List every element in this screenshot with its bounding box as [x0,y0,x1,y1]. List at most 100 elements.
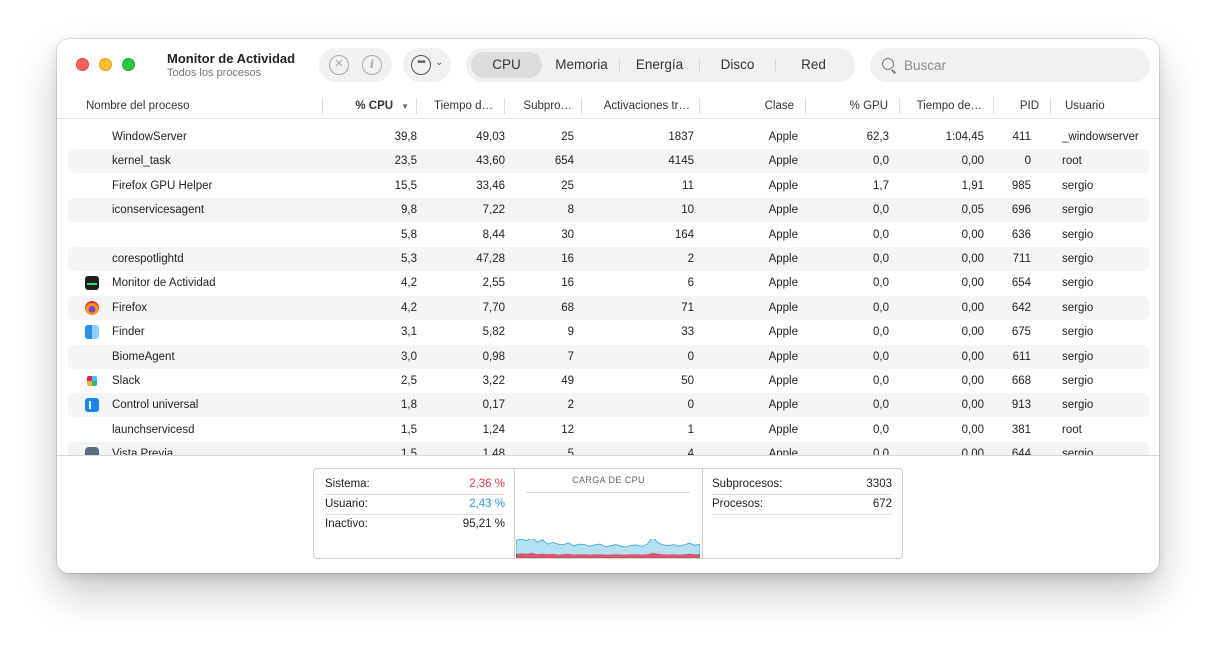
close-window-button[interactable] [76,58,89,71]
window-title: Monitor de Actividad [167,51,296,66]
table-row[interactable]: Finder 3,1 5,82 9 33 Apple 0,0 0,00 675 sergio [68,320,1149,344]
cell-gpu: 0,0 [873,228,889,241]
cell-cpu: 23,5 [394,155,417,168]
tab-disco[interactable]: Disco [701,52,774,78]
table-row[interactable]: 5,8 8,44 30 164 Apple 0,0 0,00 636 sergio [68,223,1149,247]
window-subtitle[interactable]: Todos los procesos [167,67,261,79]
cell-clase: Apple [768,326,798,339]
table-row[interactable]: corespotlightd 5,3 47,28 16 2 Apple 0,0 0,00 711… [68,247,1149,271]
stat-procesos-label: Procesos: [712,498,764,510]
search-field[interactable] [870,48,1150,82]
cell-gpu: 0,0 [873,423,889,436]
cell-clase: Apple [768,423,798,436]
cell-tiempo-gpu: 0,00 [961,155,984,168]
column-divider[interactable] [899,98,900,114]
cell-tiempo-gpu: 0,00 [961,301,984,314]
table-row[interactable]: Slack 2,5 3,22 49 50 Apple 0,0 0,00 668 sergio [68,369,1149,393]
process-table[interactable]: WindowServer 39,8 49,03 25 1837 Apple 62,3 1:04… [57,125,1159,455]
tab-red[interactable]: Red [777,52,850,78]
cell-cpu: 15,5 [394,179,417,192]
cell-usuario: sergio [1062,326,1094,339]
column-divider[interactable] [581,98,582,114]
column-divider[interactable] [993,98,994,114]
cell-subprocesos: 2 [567,399,574,412]
column-header-pid[interactable]: PID [999,95,1039,119]
cell-nombre: Monitor de Actividad [112,277,216,290]
cell-nombre: Vista Previa [112,448,174,455]
table-row[interactable]: kernel_task 23,5 43,60 654 4145 Apple 0,0 0,00 0… [68,149,1149,174]
stat-subprocesos-label: Subprocesos: [712,478,783,490]
cell-subprocesos: 49 [561,375,574,387]
cell-subprocesos: 5 [567,448,574,455]
table-row[interactable]: Control universal 1,8 0,17 2 0 Apple 0,0 0,00 91… [68,393,1149,418]
table-row[interactable]: Firefox 4,2 7,70 68 71 Apple 0,0 0,00 642 sergio [68,295,1149,320]
more-actions-button[interactable]: ••• ⌄ [403,48,451,82]
sort-descending-icon: ▼ [401,102,409,111]
zoom-window-button[interactable] [122,58,135,71]
column-header-usuario[interactable]: Usuario [1065,95,1145,119]
column-divider[interactable] [504,98,505,114]
tab-cpu[interactable]: CPU [471,52,542,78]
column-header-tiempo-cpu[interactable]: Tiempo d… [423,95,493,119]
cell-activaciones: 4 [687,448,694,455]
cell-clase: Apple [768,131,798,143]
stat-sistema-value: 2,36 % [469,478,505,490]
column-divider[interactable] [322,98,323,114]
minimize-window-button[interactable] [99,58,112,71]
table-row[interactable]: Monitor de Actividad 4,2 2,55 16 6 Apple 0,0 0,… [68,271,1149,295]
cell-tiempo-gpu: 0,00 [961,253,984,265]
cell-nombre: Firefox [112,301,148,314]
toolbar: Monitor de Actividad Todos los procesos … [57,39,1159,93]
cell-clase: Apple [768,253,798,265]
cell-activaciones: 50 [681,375,694,387]
tab-memoria[interactable]: Memoria [545,52,618,78]
cell-cpu: 9,8 [401,204,417,217]
column-header-subprocesos[interactable]: Subpro… [509,95,572,119]
cell-tiempo-gpu: 0,00 [961,350,984,363]
cell-tiempo-cpu: 2,55 [482,277,505,290]
activity-monitor-window: Monitor de Actividad Todos los procesos … [57,39,1159,573]
table-row[interactable]: Vista Previa 1,5 1,48 5 4 Apple 0,0 0,00 644 serg… [68,442,1149,455]
cell-activaciones: 1 [687,423,694,436]
column-header-cpu[interactable]: % CPU ▼ [327,95,409,119]
table-row[interactable]: iconservicesagent 9,8 7,22 8 10 Apple 0,0 0,05 6… [68,198,1149,223]
cell-pid: 636 [1011,228,1031,241]
column-header-tiempo-gpu[interactable]: Tiempo de… [905,95,982,119]
column-header-clase[interactable]: Clase [705,95,794,119]
stop-process-button[interactable]: ✕ [329,55,349,75]
search-input[interactable] [904,48,1134,82]
monitor-app-icon [85,276,99,291]
table-row[interactable]: WindowServer 39,8 49,03 25 1837 Apple 62,3 1:04… [68,125,1149,149]
column-divider[interactable] [1050,98,1051,114]
cell-subprocesos: 8 [567,204,574,217]
column-header-activaciones[interactable]: Activaciones tr… [587,95,690,119]
column-divider[interactable] [805,98,806,114]
stat-usuario-value: 2,43 % [469,498,505,510]
cell-subprocesos: 9 [567,326,574,339]
cell-pid: 654 [1011,277,1031,290]
inspect-process-button[interactable]: i [362,55,382,75]
cell-gpu: 0,0 [873,277,889,290]
tab-energia[interactable]: Energía [621,52,698,78]
cell-tiempo-cpu: 47,28 [476,253,505,265]
table-row[interactable]: launchservicesd 1,5 1,24 12 1 Apple 0,0 0,00 381… [68,418,1149,442]
column-divider[interactable] [699,98,700,114]
cell-clase: Apple [768,375,798,387]
cell-usuario: sergio [1062,350,1094,363]
cell-clase: Apple [768,155,798,168]
column-header-nombre[interactable]: Nombre del proceso [86,95,316,119]
cell-nombre: kernel_task [112,155,171,168]
column-header-gpu[interactable]: % GPU [811,95,888,119]
table-row[interactable]: Firefox GPU Helper 15,5 33,46 25 11 Apple 1,7 1… [68,174,1149,198]
cell-subprocesos: 25 [561,131,574,143]
cell-tiempo-gpu: 1:04,45 [945,131,984,143]
cell-subprocesos: 12 [561,423,574,436]
cell-usuario: sergio [1062,399,1094,412]
column-divider[interactable] [416,98,417,114]
cell-pid: 0 [1024,155,1031,168]
table-row[interactable]: BiomeAgent 3,0 0,98 7 0 Apple 0,0 0,00 611 sergio [68,344,1149,369]
cell-subprocesos: 68 [561,301,574,314]
cell-tiempo-gpu: 0,00 [961,326,984,339]
cell-gpu: 62,3 [866,131,889,143]
cell-gpu: 0,0 [873,301,889,314]
